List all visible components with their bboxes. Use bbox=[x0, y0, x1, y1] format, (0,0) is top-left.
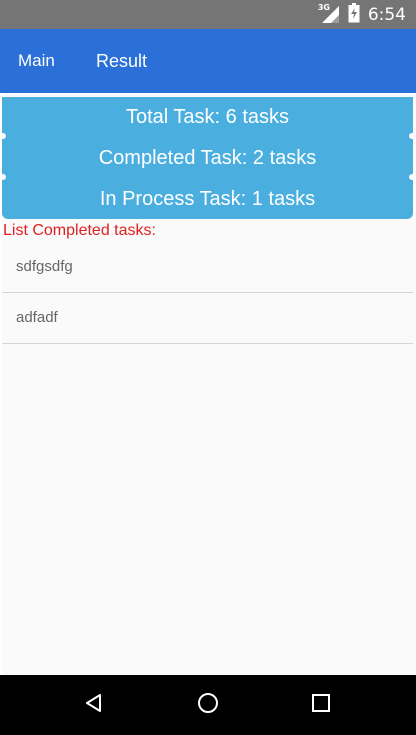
recents-button[interactable] bbox=[291, 675, 351, 731]
back-button[interactable] bbox=[64, 675, 124, 731]
back-icon bbox=[86, 694, 101, 712]
system-nav-bar bbox=[0, 675, 416, 735]
total-task-label: Total Task: 6 tasks bbox=[125, 106, 290, 128]
completed-list-header: List Completed tasks: bbox=[3, 222, 156, 239]
signal-icon: 3G bbox=[317, 2, 342, 26]
recents-icon bbox=[312, 694, 330, 712]
list-item-label: adfadf bbox=[16, 309, 58, 326]
status-icons: 3G 6:54 bbox=[317, 0, 406, 29]
phone-screen: 3G 6:54 Main Result Total Task: 6 tasks … bbox=[0, 0, 416, 735]
tab-main[interactable]: Main bbox=[18, 29, 55, 93]
network-type-label: 3G bbox=[317, 2, 330, 12]
home-icon bbox=[198, 693, 218, 713]
divider-notch bbox=[409, 133, 413, 139]
status-clock: 6:54 bbox=[367, 4, 406, 25]
home-button[interactable] bbox=[178, 675, 238, 731]
divider-notch bbox=[409, 174, 413, 180]
in-process-task-label: In Process Task: 1 tasks bbox=[99, 188, 316, 210]
completed-task-label: Completed Task: 2 tasks bbox=[98, 147, 317, 169]
status-bar: 3G 6:54 bbox=[0, 0, 416, 29]
tab-result[interactable]: Result bbox=[96, 29, 147, 93]
list-item[interactable]: sdfgsdfg bbox=[2, 242, 413, 293]
task-summary-panel: Total Task: 6 tasks Completed Task: 2 ta… bbox=[2, 97, 413, 219]
battery-icon bbox=[348, 2, 360, 27]
list-item-label: sdfgsdfg bbox=[16, 258, 73, 275]
completed-task-list: sdfgsdfg adfadf bbox=[2, 242, 413, 344]
app-toolbar: Main Result bbox=[0, 29, 416, 93]
list-item[interactable]: adfadf bbox=[2, 293, 413, 344]
